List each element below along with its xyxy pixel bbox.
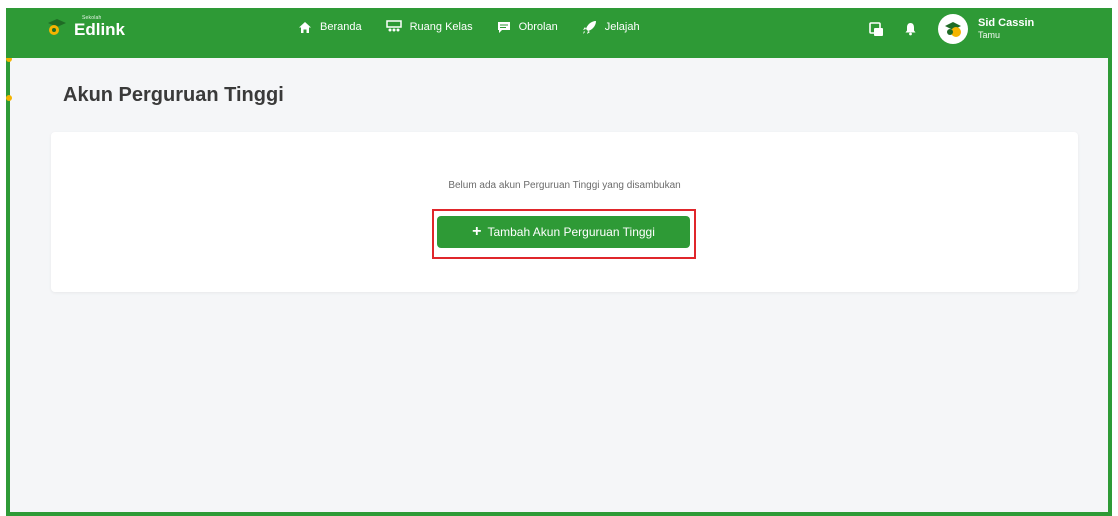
nav-item-obrolan[interactable]: Obrolan (497, 21, 558, 34)
brand-name: Edlink (74, 20, 126, 39)
top-navbar: Sekolah Edlink Beranda Ruang Kelas Obrol… (6, 8, 1112, 58)
nav-item-ruang-kelas[interactable]: Ruang Kelas (385, 20, 473, 34)
chat-icon (497, 21, 511, 34)
button-label: Tambah Akun Perguruan Tinggi (487, 225, 655, 239)
rocket-icon (582, 20, 597, 35)
nav-label: Jelajah (604, 21, 640, 33)
nav-label: Obrolan (518, 21, 558, 33)
plus-icon: + (472, 223, 482, 240)
classroom-icon (385, 20, 402, 34)
nav-label: Beranda (320, 21, 362, 33)
nav-label: Ruang Kelas (409, 21, 473, 33)
nav-item-beranda[interactable]: Beranda (298, 21, 362, 34)
user-name: Sid Cassin (978, 17, 1035, 29)
add-university-account-button[interactable]: + Tambah Akun Perguruan Tinggi (437, 216, 690, 248)
nav-item-jelajah[interactable]: Jelajah (582, 20, 640, 35)
home-icon (298, 21, 312, 34)
graduation-cap-icon (46, 16, 68, 38)
empty-state-message: Belum ada akun Perguruan Tinggi yang dis… (448, 180, 681, 191)
card-switch-icon[interactable] (868, 21, 884, 37)
brand-logo[interactable]: Sekolah Edlink (46, 16, 125, 38)
user-role: Tamu (978, 30, 1001, 41)
page-title: Akun Perguruan Tinggi (63, 84, 284, 106)
avatar[interactable] (938, 14, 968, 44)
bell-icon[interactable] (902, 21, 918, 37)
brand-subtitle: Sekolah (82, 15, 102, 21)
accent-dot (6, 95, 12, 101)
main-nav: Beranda Ruang Kelas Obrolan Jelajah (298, 8, 640, 46)
header-tools: Sid Cassin Tamu (868, 14, 1034, 44)
user-info[interactable]: Sid Cassin Tamu (978, 17, 1034, 41)
